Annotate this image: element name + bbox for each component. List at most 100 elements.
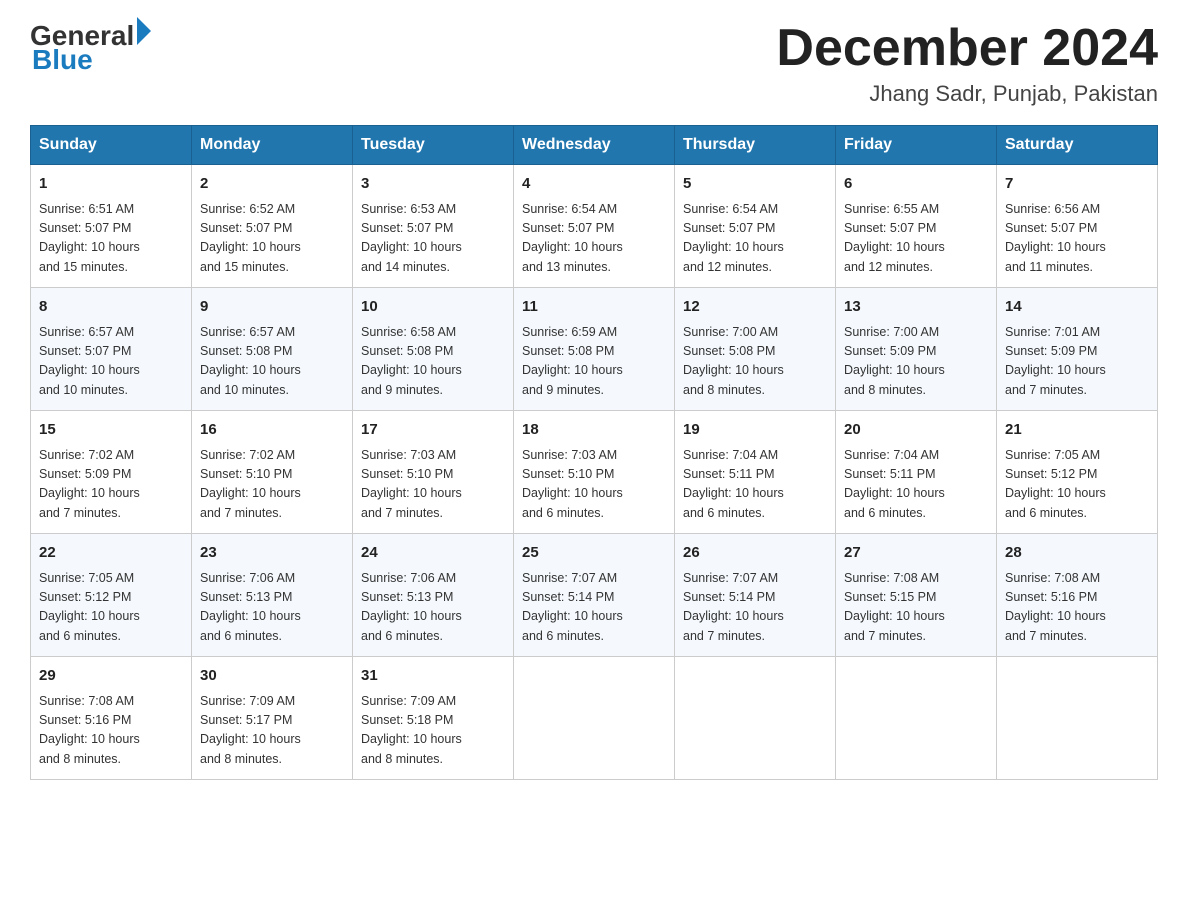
day-number: 6 (844, 173, 988, 196)
header-cell-saturday: Saturday (997, 126, 1158, 165)
day-cell: 13 Sunrise: 7:00 AM Sunset: 5:09 PM Dayli… (836, 288, 997, 411)
day-number: 1 (39, 173, 183, 196)
day-cell: 17 Sunrise: 7:03 AM Sunset: 5:10 PM Dayli… (353, 411, 514, 534)
day-number: 21 (1005, 419, 1149, 442)
day-cell: 23 Sunrise: 7:06 AM Sunset: 5:13 PM Dayli… (192, 534, 353, 657)
header-cell-sunday: Sunday (31, 126, 192, 165)
day-info: Sunrise: 6:54 AM Sunset: 5:07 PM Dayligh… (522, 200, 666, 278)
day-cell: 2Sunrise: 6:52 AM Sunset: 5:07 PM Daylig… (192, 165, 353, 288)
day-cell: 11Sunrise: 6:59 AM Sunset: 5:08 PM Dayli… (514, 288, 675, 411)
day-cell: 27Sunrise: 7:08 AM Sunset: 5:15 PM Dayli… (836, 534, 997, 657)
day-info: Sunrise: 6:57 AM Sunset: 5:08 PM Dayligh… (200, 323, 344, 401)
day-info: Sunrise: 7:08 AM Sunset: 5:15 PM Dayligh… (844, 569, 988, 647)
day-info: Sunrise: 7:07 AM Sunset: 5:14 PM Dayligh… (683, 569, 827, 647)
day-cell: 9Sunrise: 6:57 AM Sunset: 5:08 PM Daylig… (192, 288, 353, 411)
day-info: Sunrise: 6:51 AM Sunset: 5:07 PM Dayligh… (39, 200, 183, 278)
day-info: Sunrise: 7:00 AM Sunset: 5:09 PM Dayligh… (844, 323, 988, 401)
day-info: Sunrise: 7:02 AM Sunset: 5:09 PM Dayligh… (39, 446, 183, 524)
day-number: 17 (361, 419, 505, 442)
month-year-title: December 2024 (776, 20, 1158, 77)
day-cell: 14Sunrise: 7:01 AM Sunset: 5:09 PM Dayli… (997, 288, 1158, 411)
day-info: Sunrise: 7:05 AM Sunset: 5:12 PM Dayligh… (1005, 446, 1149, 524)
day-info: Sunrise: 7:04 AM Sunset: 5:11 PM Dayligh… (844, 446, 988, 524)
title-block: December 2024 Jhang Sadr, Punjab, Pakist… (776, 20, 1158, 107)
day-cell: 28Sunrise: 7:08 AM Sunset: 5:16 PM Dayli… (997, 534, 1158, 657)
header-cell-tuesday: Tuesday (353, 126, 514, 165)
location-subtitle: Jhang Sadr, Punjab, Pakistan (776, 81, 1158, 107)
day-info: Sunrise: 6:53 AM Sunset: 5:07 PM Dayligh… (361, 200, 505, 278)
day-cell: 4 Sunrise: 6:54 AM Sunset: 5:07 PM Daylig… (514, 165, 675, 288)
day-info: Sunrise: 7:09 AM Sunset: 5:18 PM Dayligh… (361, 692, 505, 770)
day-cell: 29 Sunrise: 7:08 AM Sunset: 5:16 PM Dayli… (31, 657, 192, 780)
day-number: 7 (1005, 173, 1149, 196)
day-number: 22 (39, 542, 183, 565)
day-cell: 18 Sunrise: 7:03 AM Sunset: 5:10 PM Dayli… (514, 411, 675, 534)
day-cell: 15 Sunrise: 7:02 AM Sunset: 5:09 PM Dayli… (31, 411, 192, 534)
logo-arrow-icon (137, 17, 151, 45)
day-number: 29 (39, 665, 183, 688)
day-info: Sunrise: 7:02 AM Sunset: 5:10 PM Dayligh… (200, 446, 344, 524)
day-info: Sunrise: 7:01 AM Sunset: 5:09 PM Dayligh… (1005, 323, 1149, 401)
day-number: 13 (844, 296, 988, 319)
day-info: Sunrise: 7:00 AM Sunset: 5:08 PM Dayligh… (683, 323, 827, 401)
day-number: 10 (361, 296, 505, 319)
day-number: 18 (522, 419, 666, 442)
day-cell: 5 Sunrise: 6:54 AM Sunset: 5:07 PM Daylig… (675, 165, 836, 288)
day-number: 25 (522, 542, 666, 565)
day-cell: 10 Sunrise: 6:58 AM Sunset: 5:08 PM Dayli… (353, 288, 514, 411)
header-cell-thursday: Thursday (675, 126, 836, 165)
day-info: Sunrise: 6:57 AM Sunset: 5:07 PM Dayligh… (39, 323, 183, 401)
day-number: 5 (683, 173, 827, 196)
day-info: Sunrise: 6:58 AM Sunset: 5:08 PM Dayligh… (361, 323, 505, 401)
day-cell: 19 Sunrise: 7:04 AM Sunset: 5:11 PM Dayli… (675, 411, 836, 534)
day-cell (836, 657, 997, 780)
day-info: Sunrise: 7:06 AM Sunset: 5:13 PM Dayligh… (200, 569, 344, 647)
day-info: Sunrise: 7:06 AM Sunset: 5:13 PM Dayligh… (361, 569, 505, 647)
day-number: 12 (683, 296, 827, 319)
day-number: 3 (361, 173, 505, 196)
header-row: SundayMondayTuesdayWednesdayThursdayFrid… (31, 126, 1158, 165)
day-info: Sunrise: 7:04 AM Sunset: 5:11 PM Dayligh… (683, 446, 827, 524)
day-number: 4 (522, 173, 666, 196)
day-cell: 21 Sunrise: 7:05 AM Sunset: 5:12 PM Dayli… (997, 411, 1158, 534)
week-row-2: 8 Sunrise: 6:57 AM Sunset: 5:07 PM Daylig… (31, 288, 1158, 411)
day-number: 19 (683, 419, 827, 442)
week-row-3: 15 Sunrise: 7:02 AM Sunset: 5:09 PM Dayli… (31, 411, 1158, 534)
day-cell: 12 Sunrise: 7:00 AM Sunset: 5:08 PM Dayli… (675, 288, 836, 411)
day-cell: 3 Sunrise: 6:53 AM Sunset: 5:07 PM Daylig… (353, 165, 514, 288)
day-cell (514, 657, 675, 780)
day-cell: 20 Sunrise: 7:04 AM Sunset: 5:11 PM Dayli… (836, 411, 997, 534)
day-info: Sunrise: 7:09 AM Sunset: 5:17 PM Dayligh… (200, 692, 344, 770)
calendar-body: 1 Sunrise: 6:51 AM Sunset: 5:07 PM Daylig… (31, 165, 1158, 780)
day-number: 23 (200, 542, 344, 565)
day-info: Sunrise: 7:08 AM Sunset: 5:16 PM Dayligh… (1005, 569, 1149, 647)
page-header: General Blue December 2024 Jhang Sadr, P… (30, 20, 1158, 107)
day-cell (675, 657, 836, 780)
day-info: Sunrise: 6:54 AM Sunset: 5:07 PM Dayligh… (683, 200, 827, 278)
day-info: Sunrise: 6:56 AM Sunset: 5:07 PM Dayligh… (1005, 200, 1149, 278)
day-info: Sunrise: 7:07 AM Sunset: 5:14 PM Dayligh… (522, 569, 666, 647)
week-row-4: 22Sunrise: 7:05 AM Sunset: 5:12 PM Dayli… (31, 534, 1158, 657)
day-number: 20 (844, 419, 988, 442)
day-info: Sunrise: 7:08 AM Sunset: 5:16 PM Dayligh… (39, 692, 183, 770)
day-info: Sunrise: 7:03 AM Sunset: 5:10 PM Dayligh… (522, 446, 666, 524)
day-cell: 6Sunrise: 6:55 AM Sunset: 5:07 PM Daylig… (836, 165, 997, 288)
day-number: 15 (39, 419, 183, 442)
day-cell: 22Sunrise: 7:05 AM Sunset: 5:12 PM Dayli… (31, 534, 192, 657)
day-cell: 25 Sunrise: 7:07 AM Sunset: 5:14 PM Dayli… (514, 534, 675, 657)
day-cell: 1 Sunrise: 6:51 AM Sunset: 5:07 PM Daylig… (31, 165, 192, 288)
day-number: 8 (39, 296, 183, 319)
day-info: Sunrise: 6:59 AM Sunset: 5:08 PM Dayligh… (522, 323, 666, 401)
day-number: 26 (683, 542, 827, 565)
day-number: 16 (200, 419, 344, 442)
week-row-1: 1 Sunrise: 6:51 AM Sunset: 5:07 PM Daylig… (31, 165, 1158, 288)
calendar-header: SundayMondayTuesdayWednesdayThursdayFrid… (31, 126, 1158, 165)
day-info: Sunrise: 7:03 AM Sunset: 5:10 PM Dayligh… (361, 446, 505, 524)
header-cell-monday: Monday (192, 126, 353, 165)
day-number: 24 (361, 542, 505, 565)
day-cell: 30 Sunrise: 7:09 AM Sunset: 5:17 PM Dayli… (192, 657, 353, 780)
day-cell: 8 Sunrise: 6:57 AM Sunset: 5:07 PM Daylig… (31, 288, 192, 411)
day-number: 30 (200, 665, 344, 688)
logo: General Blue (30, 20, 151, 76)
day-number: 31 (361, 665, 505, 688)
